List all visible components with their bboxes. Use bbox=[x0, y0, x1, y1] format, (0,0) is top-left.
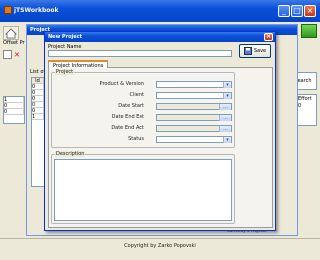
date-picker-button[interactable]: ... bbox=[219, 104, 231, 110]
right-grid: Effort 0 bbox=[295, 94, 317, 126]
new-doc-icon[interactable] bbox=[3, 50, 12, 59]
status-bar bbox=[0, 238, 320, 260]
date-picker-button[interactable]: ... bbox=[219, 115, 231, 121]
tab-project-informations[interactable]: Project Informations bbox=[48, 60, 109, 69]
app-icon bbox=[4, 6, 12, 14]
delete-icon[interactable]: ✕ bbox=[14, 51, 20, 59]
client-label: Client bbox=[129, 92, 144, 98]
floppy-icon bbox=[243, 47, 252, 55]
app-titlebar: jTSWorkbook _ □ × bbox=[0, 0, 320, 22]
tab-strip: Project Informations bbox=[48, 60, 273, 69]
app-title: jTSWorkbook bbox=[14, 7, 59, 14]
save-label: Save bbox=[253, 48, 267, 54]
save-button[interactable]: Save bbox=[239, 44, 271, 58]
chevron-down-icon[interactable]: ▾ bbox=[223, 93, 231, 99]
client-combo[interactable]: ▾ bbox=[156, 92, 232, 99]
left-mini-grid: 1 0 0 bbox=[3, 96, 25, 124]
exit-icon[interactable] bbox=[301, 24, 317, 38]
tab-panel: Project Product & Version ▾ Client ▾ Dat… bbox=[48, 68, 273, 228]
dialog-close-button[interactable]: × bbox=[264, 33, 273, 41]
date-start-field[interactable]: ... bbox=[156, 103, 232, 110]
maximize-button[interactable]: □ bbox=[291, 5, 303, 17]
date-end-est-label: Date End Est bbox=[111, 114, 144, 120]
effort-label: Effort bbox=[298, 96, 312, 102]
effort-value: 0 bbox=[298, 103, 302, 109]
project-name-input[interactable] bbox=[48, 50, 232, 57]
date-end-act-label: Date End Act bbox=[111, 125, 144, 131]
date-end-act-field[interactable]: ... bbox=[156, 125, 232, 132]
dialog-titlebar: New Project × bbox=[45, 32, 275, 42]
description-label: Description bbox=[55, 151, 86, 157]
chevron-down-icon[interactable]: ▾ bbox=[223, 82, 231, 88]
left-cell: 0 bbox=[4, 109, 24, 115]
description-textarea[interactable] bbox=[54, 159, 232, 221]
table-row[interactable]: 1 bbox=[32, 114, 44, 120]
project-fieldset: Project Product & Version ▾ Client ▾ Dat… bbox=[51, 69, 235, 148]
status-combo[interactable]: ▾ bbox=[156, 136, 232, 143]
dialog-title: New Project bbox=[48, 34, 82, 40]
chevron-down-icon[interactable]: ▾ bbox=[223, 137, 231, 143]
product-version-combo[interactable]: ▾ bbox=[156, 81, 232, 88]
list-label: List of bbox=[30, 69, 46, 75]
home-icon[interactable] bbox=[3, 26, 19, 40]
new-project-dialog: New Project × Project Name Save Project … bbox=[44, 31, 276, 231]
date-picker-button[interactable]: ... bbox=[219, 126, 231, 132]
projects-table[interactable]: Id 0 0 0 0 0 1 bbox=[31, 77, 45, 187]
product-version-label: Product & Version bbox=[99, 81, 144, 87]
status-label: Status bbox=[128, 136, 144, 142]
date-start-label: Date Start bbox=[118, 103, 144, 109]
date-end-est-field[interactable]: ... bbox=[156, 114, 232, 121]
minimize-button[interactable]: _ bbox=[278, 5, 290, 17]
description-fieldset: Description bbox=[51, 151, 235, 224]
copyright-text: Copyright by Zarko Popovski bbox=[124, 243, 196, 249]
project-group-label: Project bbox=[55, 69, 75, 75]
close-button[interactable]: × bbox=[304, 5, 316, 17]
